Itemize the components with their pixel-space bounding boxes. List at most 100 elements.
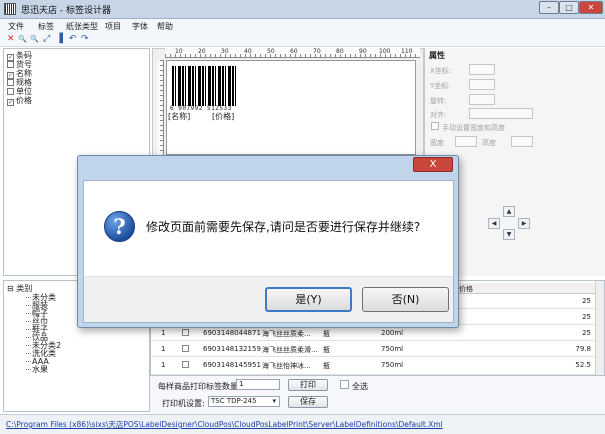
nudge-up-button[interactable]: ▲ <box>503 206 515 217</box>
menu-paper-type[interactable]: 纸张类型 <box>66 21 98 32</box>
field-label: 名称 <box>16 69 32 78</box>
width-input[interactable] <box>455 136 477 147</box>
fit-icon[interactable]: ⤢ <box>43 34 50 45</box>
rotate-select[interactable] <box>469 94 495 105</box>
app-icon <box>4 3 16 15</box>
maximize-button[interactable]: □ <box>559 1 579 14</box>
menu-label[interactable]: 标签 <box>38 21 54 32</box>
checkbox-icon[interactable] <box>7 61 14 68</box>
printer-select[interactable]: TSC TDP-245 ▾ <box>208 396 280 407</box>
row-checkbox[interactable] <box>182 361 189 368</box>
ruler-tick: 60 <box>290 48 298 55</box>
cell-name: 海飞丝丝质柔滑... <box>262 346 318 354</box>
field-item-barcode[interactable]: ✓ 条码 <box>7 51 32 61</box>
no-button[interactable]: 否(N) <box>362 287 449 312</box>
menu-font[interactable]: 字体 <box>132 21 148 32</box>
print-controls: 每样商品打印标签数量: 1 打印 全选 打印机设置: TSC TDP-245 ▾ … <box>150 376 605 414</box>
rotate-label: 旋转: <box>430 97 447 105</box>
menu-item[interactable]: 项目 <box>105 21 121 32</box>
tree-item[interactable]: 水果 <box>26 365 48 374</box>
price-column-label: 价格 <box>459 285 473 293</box>
printer-label: 打印机设置: <box>162 399 205 408</box>
field-item-sku[interactable]: 货号 <box>7 60 32 69</box>
table-row[interactable]: 1 6903148132159 海飞丝丝质柔滑... 瓶 750ml 79.8 <box>151 341 598 357</box>
cell-name: 海飞丝丝质柔... <box>262 330 311 338</box>
name-field-tag[interactable]: [名称] <box>168 111 190 122</box>
redo-icon[interactable]: ↷ <box>81 34 89 45</box>
nudge-down-button[interactable]: ▼ <box>503 229 515 240</box>
field-item-name[interactable]: ✓ 名称 <box>7 69 32 79</box>
manual-size-label: 手动设置宽度和高度 <box>442 124 505 132</box>
tree-root[interactable]: ⊟ 类别 <box>7 284 32 293</box>
ruler-tick: 20 <box>198 48 206 55</box>
field-label: 价格 <box>16 96 32 105</box>
price-field-tag[interactable]: [价格] <box>212 111 234 122</box>
cell-qty: 1 <box>161 329 166 337</box>
cell-barcode: 6903148145951 <box>203 361 261 369</box>
cell-barcode: 6903148044871 <box>203 329 261 337</box>
dialog-close-button[interactable]: X <box>413 157 453 172</box>
ruler-tick: 40 <box>244 48 252 55</box>
barcode-element[interactable] <box>172 66 236 106</box>
delete-icon[interactable]: ✕ <box>7 34 15 45</box>
field-item-spec[interactable]: 规格 <box>7 78 32 87</box>
align-select[interactable] <box>469 108 533 119</box>
title-bar: 思迅天店 - 标签设计器 – □ ✕ <box>0 0 605 19</box>
cell-price: 25 <box>582 297 591 305</box>
checkbox-icon[interactable]: ✓ <box>7 99 14 106</box>
undo-icon[interactable]: ↶ <box>69 34 77 45</box>
field-item-unit[interactable]: 单位 <box>7 87 32 96</box>
nudge-right-button[interactable]: ▶ <box>518 218 530 229</box>
manual-size-checkbox[interactable] <box>431 122 439 130</box>
checkbox-icon[interactable] <box>7 79 14 86</box>
field-item-price[interactable]: ✓ 价格 <box>7 96 32 106</box>
table-scrollbar[interactable] <box>595 281 604 375</box>
properties-title: 属性 <box>429 51 445 60</box>
cell-unit: 瓶 <box>323 362 330 370</box>
select-all-checkbox[interactable] <box>340 380 349 389</box>
status-bar: C:\Program Files (x86)\sixs\天店POS\LabelD… <box>0 414 605 434</box>
file-path-link[interactable]: C:\Program Files (x86)\sixs\天店POS\LabelD… <box>6 419 443 430</box>
ruler-tick: 90 <box>359 48 367 55</box>
tree-root-label: 类别 <box>16 284 33 293</box>
toolbar: ✕ 🔍 🔍 ⤢ ▐ ↶ ↷ <box>0 33 605 47</box>
row-checkbox[interactable] <box>182 329 189 336</box>
ruler-tick: 100 <box>379 48 391 55</box>
row-checkbox[interactable] <box>182 345 189 352</box>
cell-barcode: 6903148132159 <box>203 345 261 353</box>
save-printer-button[interactable]: 保存 <box>288 396 328 408</box>
x-coord-input[interactable] <box>469 64 495 75</box>
field-label: 条码 <box>16 51 32 60</box>
ruler-tick: 80 <box>336 48 344 55</box>
qty-stepper[interactable]: 1 <box>236 379 280 390</box>
cell-price: 79.8 <box>575 345 591 353</box>
minimize-button[interactable]: – <box>539 1 559 14</box>
height-label: 高度 <box>482 139 496 147</box>
zoom-out-icon[interactable]: 🔍 <box>30 34 39 45</box>
pan-icon[interactable]: ▐ <box>56 34 63 45</box>
height-input[interactable] <box>511 136 533 147</box>
checkbox-icon[interactable] <box>7 88 14 95</box>
question-icon: ? <box>104 211 135 242</box>
zoom-in-icon[interactable]: 🔍 <box>18 34 27 45</box>
y-coord-label: Y坐标: <box>430 82 451 90</box>
menu-help[interactable]: 帮助 <box>157 21 173 32</box>
cell-unit: 瓶 <box>323 346 330 354</box>
cell-price: 25 <box>582 313 591 321</box>
x-coord-label: X坐标: <box>430 67 452 75</box>
cell-spec: 200ml <box>381 329 404 337</box>
cell-qty: 1 <box>161 361 166 369</box>
select-all-label: 全选 <box>352 382 368 391</box>
cell-price: 25 <box>582 329 591 337</box>
qty-value: 1 <box>239 380 244 388</box>
table-row[interactable]: 1 6903148145951 海飞丝怡神冰... 瓶 750ml 52.5 <box>151 357 598 375</box>
field-label: 货号 <box>16 60 32 69</box>
close-window-button[interactable]: ✕ <box>579 1 603 14</box>
price-column-header[interactable]: 价格 <box>455 283 595 294</box>
y-coord-input[interactable] <box>469 79 495 90</box>
cell-unit: 瓶 <box>323 330 330 338</box>
nudge-left-button[interactable]: ◀ <box>488 218 500 229</box>
menu-file[interactable]: 文件 <box>8 21 24 32</box>
yes-button[interactable]: 是(Y) <box>265 287 352 312</box>
print-button[interactable]: 打印 <box>288 379 328 391</box>
